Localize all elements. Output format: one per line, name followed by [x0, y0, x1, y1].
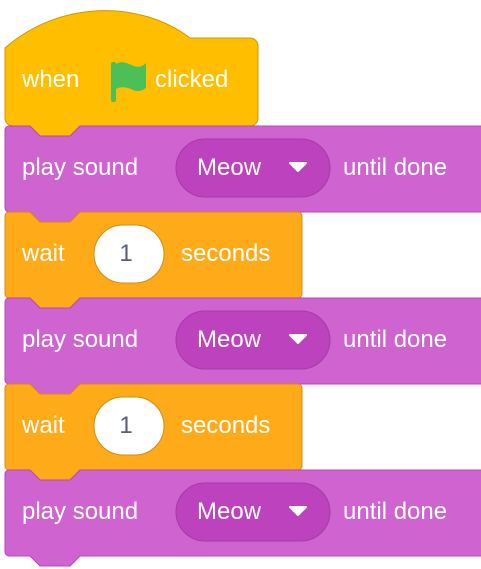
hat-label-when: when: [22, 66, 80, 93]
wait-label: wait: [22, 240, 65, 267]
until-done-label: until done: [343, 326, 448, 353]
sound-dropdown-value[interactable]: Meow: [197, 326, 261, 354]
play-sound-label: play sound: [22, 154, 139, 181]
until-done-label: until done: [343, 498, 448, 525]
hat-label-clicked: clicked: [155, 66, 229, 93]
seconds-label: seconds: [181, 412, 271, 439]
sound-dropdown-value[interactable]: Meow: [197, 498, 261, 526]
wait-duration-input-value[interactable]: 1: [116, 240, 136, 268]
play-sound-label: play sound: [22, 326, 139, 353]
wait-label: wait: [22, 412, 65, 439]
seconds-label: seconds: [181, 240, 271, 267]
wait-duration-input-value[interactable]: 1: [116, 412, 136, 440]
play-sound-label: play sound: [22, 498, 139, 525]
sound-dropdown-value[interactable]: Meow: [197, 154, 261, 182]
until-done-label: until done: [343, 154, 448, 181]
scratch-script: when clicked play sound Meow until done …: [0, 0, 481, 569]
